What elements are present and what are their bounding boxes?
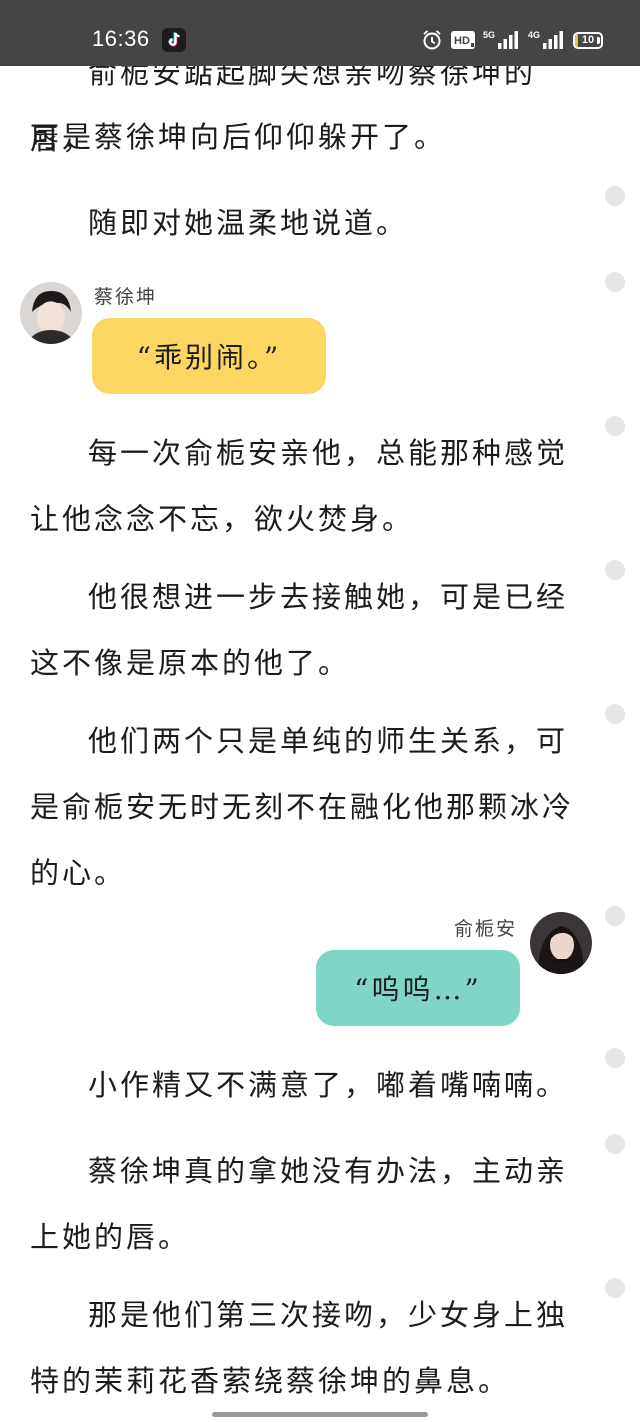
hd-label: HD — [454, 35, 470, 47]
comment-dot-icon[interactable] — [605, 1134, 625, 1154]
comment-dot-icon[interactable] — [605, 1278, 625, 1298]
story-paragraph: 可是蔡徐坤向后仰仰躲开了。 — [30, 120, 447, 154]
story-paragraph: 他很想进一步去接触她，可是已经这不像是原本的他了。 — [30, 580, 569, 680]
signal-5g-icon: 5G — [483, 29, 521, 51]
status-bar: 16:36 HD 5G 4G 10 — [0, 0, 640, 66]
comment-dot-icon[interactable] — [605, 1048, 625, 1068]
comment-dot-icon[interactable] — [605, 704, 625, 724]
story-paragraph: 每一次俞栀安亲他，总能那种感觉让他念念不忘，欲火焚身。 — [30, 436, 569, 536]
story-paragraph: 他们两个只是单纯的师生关系，可是俞栀安无时无刻不在融化他那颗冰冷的心。 — [30, 724, 575, 890]
comment-dot-icon[interactable] — [605, 906, 625, 926]
tiktok-app-icon — [162, 28, 186, 52]
story-paragraph: 小作精又不满意了，嘟着嘴喃喃。 — [88, 1068, 569, 1102]
comment-dot-icon[interactable] — [605, 272, 625, 292]
alarm-clock-icon — [421, 29, 443, 51]
battery-level: 10 — [581, 34, 595, 46]
home-indicator[interactable] — [212, 1412, 428, 1417]
speaker-name: 蔡徐坤 — [94, 286, 158, 308]
speaker-avatar-male — [20, 282, 82, 344]
comment-dot-icon[interactable] — [605, 416, 625, 436]
story-paragraph: 蔡徐坤真的拿她没有办法，主动亲上她的唇。 — [30, 1154, 569, 1254]
status-time: 16:36 — [92, 26, 150, 51]
signal-4g-icon: 4G — [528, 29, 566, 51]
comment-dot-icon[interactable] — [605, 560, 625, 580]
dialogue-bubble: “乖别闹。” — [92, 318, 326, 394]
battery-icon: 10 — [573, 31, 603, 49]
network-4g-label: 4G — [528, 30, 540, 40]
reader-content[interactable]: 俞栀安踮起脚尖想亲吻蔡徐坤的唇， 可是蔡徐坤向后仰仰躲开了。 随即对她温柔地说道… — [0, 66, 640, 1422]
status-icons: HD 5G 4G 10 — [421, 27, 603, 53]
dialogue-bubble: “呜呜…” — [316, 950, 520, 1026]
network-5g-label: 5G — [483, 30, 495, 40]
comment-dot-icon[interactable] — [605, 186, 625, 206]
story-paragraph: 随即对她温柔地说道。 — [88, 206, 409, 240]
story-paragraph: 那是他们第三次接吻，少女身上独特的茉莉花香萦绕蔡徐坤的鼻息。 — [30, 1298, 569, 1398]
speaker-name: 俞栀安 — [454, 918, 518, 940]
hd-voice-icon: HD — [450, 30, 476, 50]
speaker-avatar-female — [530, 912, 592, 974]
